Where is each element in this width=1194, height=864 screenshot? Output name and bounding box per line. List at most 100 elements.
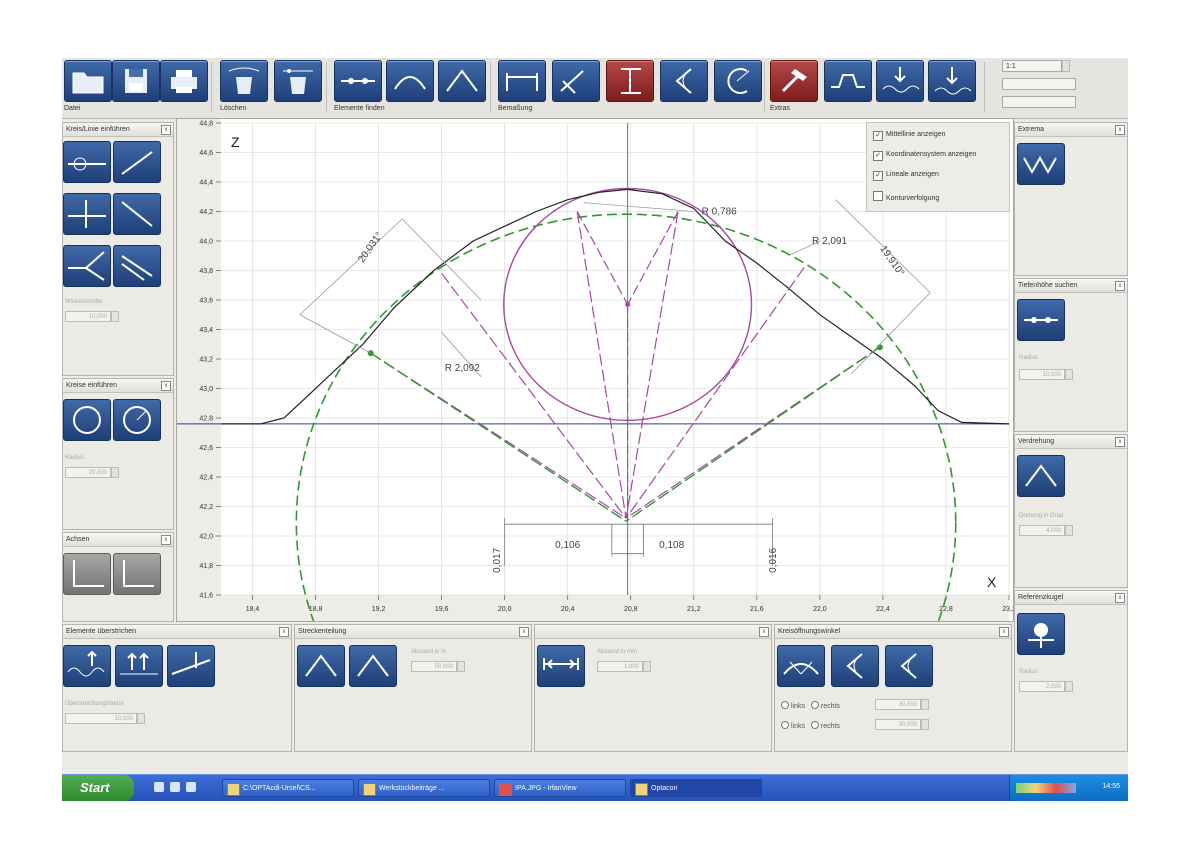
find-arc-button[interactable]: [386, 60, 434, 102]
angle-input-1[interactable]: 30,000: [875, 699, 921, 710]
tool-button[interactable]: [349, 645, 397, 687]
radius-input[interactable]: 2,000: [1019, 681, 1065, 692]
scale-spinner[interactable]: [1062, 60, 1070, 72]
close-icon[interactable]: x: [161, 535, 171, 545]
angle-input-2[interactable]: 30,000: [875, 719, 921, 730]
taskbar-item[interactable]: IPA.JPG - IrfanView: [494, 779, 626, 797]
panel-title: Kreisöffnungswinkel: [775, 625, 1011, 639]
spinner[interactable]: [457, 661, 465, 672]
tool-button[interactable]: [63, 645, 111, 687]
spinner[interactable]: [1065, 369, 1073, 380]
extras-wave-down-button[interactable]: [928, 60, 976, 102]
close-icon[interactable]: x: [1115, 125, 1125, 135]
quicklaunch-icon[interactable]: [170, 782, 180, 792]
spinner[interactable]: [921, 699, 929, 710]
radio-right[interactable]: [810, 701, 819, 709]
tool-button[interactable]: [63, 245, 111, 287]
toolbar-field-3[interactable]: [1002, 96, 1076, 108]
tool-button[interactable]: [115, 645, 163, 687]
close-icon[interactable]: x: [161, 125, 171, 135]
dimension-horizontal-button[interactable]: [498, 60, 546, 102]
tray-icons[interactable]: [1016, 783, 1076, 793]
tool-button[interactable]: [831, 645, 879, 687]
extras-profile-button[interactable]: [824, 60, 872, 102]
rotation-input[interactable]: 4,000: [1019, 525, 1065, 536]
axis-button[interactable]: [63, 553, 111, 595]
construction-line: [576, 211, 627, 519]
taskbar-item-active[interactable]: Optacon: [630, 779, 762, 797]
tool-button[interactable]: [63, 141, 111, 183]
dimension-diagonal-button[interactable]: [552, 60, 600, 102]
radio-left[interactable]: [781, 721, 789, 729]
tool-button[interactable]: [113, 141, 161, 183]
close-icon[interactable]: x: [519, 627, 529, 637]
spinner[interactable]: [1065, 681, 1073, 692]
distance-mm-input[interactable]: 1,000: [597, 661, 643, 672]
option-rulers[interactable]: ✓ Lineale anzeigen: [873, 171, 939, 181]
distance-percent-input[interactable]: 50,000: [411, 661, 457, 672]
close-icon[interactable]: x: [161, 381, 171, 391]
tool-button[interactable]: [167, 645, 215, 687]
open-folder-button[interactable]: [64, 60, 112, 102]
tool-button[interactable]: [63, 399, 111, 441]
find-angle-button[interactable]: [438, 60, 486, 102]
taskbar-item[interactable]: Werkstückbeiträge ...: [358, 779, 490, 797]
tool-button[interactable]: [113, 193, 161, 235]
arc-rays-icon: [783, 661, 819, 675]
dimension-angle-button[interactable]: [660, 60, 708, 102]
radius-input[interactable]: 10,000: [1019, 369, 1065, 380]
depth-button[interactable]: [1017, 299, 1065, 341]
tool-button[interactable]: [63, 193, 111, 235]
spinner[interactable]: [137, 713, 145, 724]
option-contour-tracking[interactable]: Konturverfolgung: [873, 191, 939, 202]
extras-hammer-button[interactable]: [770, 60, 818, 102]
taskbar-item[interactable]: C:\OPTAcdi-Ursel\CS...: [222, 779, 354, 797]
extras-wave-up-button[interactable]: [876, 60, 924, 102]
sphere-button[interactable]: [1017, 613, 1065, 655]
print-button[interactable]: [160, 60, 208, 102]
option-coordinate-system[interactable]: ✓ Koordinatensystem anzeigen: [873, 151, 976, 161]
dimension-vertical-button[interactable]: [606, 60, 654, 102]
factor-input[interactable]: 10,000: [65, 713, 137, 724]
step-input[interactable]: 10,000: [65, 311, 111, 322]
spinner[interactable]: [643, 661, 651, 672]
quicklaunch-icon[interactable]: [186, 782, 196, 792]
close-icon[interactable]: x: [1115, 437, 1125, 447]
close-icon[interactable]: x: [1115, 593, 1125, 603]
spinner[interactable]: [111, 467, 119, 478]
spinner[interactable]: [921, 719, 929, 730]
spinner[interactable]: [111, 311, 119, 322]
find-line-button[interactable]: [334, 60, 382, 102]
tool-button[interactable]: [113, 399, 161, 441]
tool-button[interactable]: [777, 645, 825, 687]
checkbox[interactable]: ✓: [873, 151, 883, 161]
start-button[interactable]: Start: [62, 775, 134, 801]
tool-button[interactable]: [113, 245, 161, 287]
checkbox[interactable]: ✓: [873, 171, 883, 181]
quicklaunch-icon[interactable]: [154, 782, 164, 792]
dimension-radius-button[interactable]: [714, 60, 762, 102]
tool-button[interactable]: [885, 645, 933, 687]
extrema-button[interactable]: [1017, 143, 1065, 185]
delete-curve-button[interactable]: [220, 60, 268, 102]
axis-button[interactable]: [113, 553, 161, 595]
option-centerline[interactable]: ✓ Mittellinie anzeigen: [873, 131, 946, 141]
radio-right[interactable]: [810, 721, 819, 729]
radio-left[interactable]: [781, 701, 789, 709]
radius-input[interactable]: 20,000: [65, 467, 111, 478]
tool-button[interactable]: [297, 645, 345, 687]
close-icon[interactable]: x: [1115, 281, 1125, 291]
toolbar-field-2[interactable]: [1002, 78, 1076, 90]
checkbox[interactable]: [873, 191, 883, 201]
spinner[interactable]: [1065, 525, 1073, 536]
x-axis-label: X: [987, 574, 997, 590]
close-icon[interactable]: x: [999, 627, 1009, 637]
close-icon[interactable]: x: [279, 627, 289, 637]
save-button[interactable]: [112, 60, 160, 102]
rotation-button[interactable]: [1017, 455, 1065, 497]
close-icon[interactable]: x: [759, 627, 769, 637]
delete-line-button[interactable]: [274, 60, 322, 102]
checkbox[interactable]: ✓: [873, 131, 883, 141]
scale-field[interactable]: 1:1: [1002, 60, 1062, 72]
tool-button[interactable]: [537, 645, 585, 687]
